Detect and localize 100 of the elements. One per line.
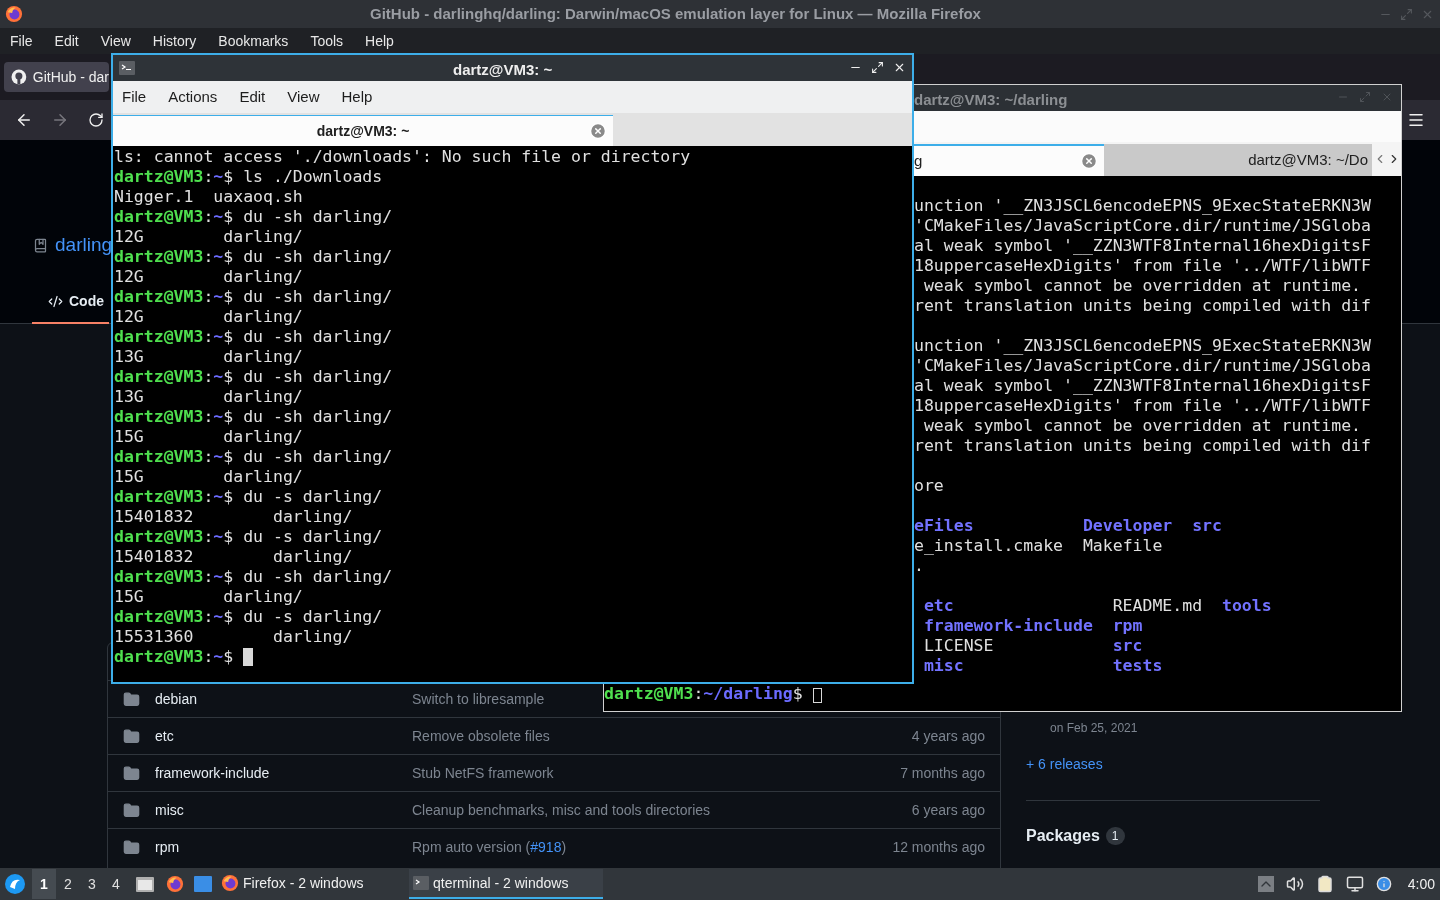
menu-item[interactable]: Tools xyxy=(310,30,344,52)
terminal-text: $ du -sh darling/ xyxy=(223,407,393,427)
file-name[interactable]: debian xyxy=(155,688,198,710)
terminal-text: dartz@VM3 xyxy=(114,647,204,667)
terminal-text: dartz@VM3 xyxy=(114,367,204,387)
terminal-text: ore xyxy=(914,476,944,496)
terminal-text: weak symbol cannot be overridden at runtime. xyxy=(922,276,1362,296)
menu-item[interactable]: Edit xyxy=(239,85,266,109)
terminal-text: 13G darling/ xyxy=(114,387,303,407)
terminal-text: $ du -sh darling/ xyxy=(223,447,393,467)
terminal-text: e_install.cmake xyxy=(914,536,1064,556)
terminal-text: rent translation units being compiled with dif xyxy=(914,296,1371,316)
menu-item[interactable]: View xyxy=(287,85,320,109)
terminal-tab[interactable]: dartz@VM3: ~ xyxy=(113,115,613,146)
menu-item[interactable]: Bookmarks xyxy=(218,30,289,52)
menu-icon[interactable] xyxy=(1407,111,1425,129)
reload-icon[interactable] xyxy=(88,112,104,128)
terminal-text: misc xyxy=(922,656,965,676)
terminal-text: tests xyxy=(1112,656,1163,676)
browser-tab[interactable]: GitHub - dar xyxy=(4,62,109,92)
taskbar-task[interactable]: qterminal - 2 windows xyxy=(409,869,603,899)
release-date: on Feb 25, 2021 xyxy=(1050,720,1138,737)
close-tab-icon[interactable] xyxy=(1080,152,1098,170)
terminal-tab[interactable]: g xyxy=(913,144,1104,176)
terminal-text: $ ls ./Downloads xyxy=(223,167,383,187)
close-tab-icon[interactable] xyxy=(589,122,607,140)
terminal-text: : xyxy=(203,327,214,347)
clipboard-icon[interactable] xyxy=(1315,875,1334,893)
terminal-text: : xyxy=(203,447,214,467)
tray-expand-icon[interactable] xyxy=(1257,876,1274,892)
file-manager-icon[interactable] xyxy=(136,876,154,892)
menu-item[interactable]: File xyxy=(10,30,33,52)
start-menu-icon[interactable] xyxy=(4,873,26,895)
repo-icon xyxy=(33,237,48,253)
terminal-text: $ xyxy=(223,647,235,667)
terminal-text: : xyxy=(203,567,214,587)
issue-link[interactable]: #918 xyxy=(530,838,562,855)
file-name[interactable]: etc xyxy=(155,725,174,747)
menu-item[interactable]: File xyxy=(122,85,147,109)
menu-item[interactable]: Actions xyxy=(168,85,218,109)
menu-item[interactable]: Help xyxy=(341,85,373,109)
taskbar-task[interactable]: Firefox - 2 windows xyxy=(217,869,409,899)
window-title: dartz@VM3: ~ xyxy=(453,60,553,80)
terminal-text: : xyxy=(203,607,214,627)
terminal-text: ~ xyxy=(213,647,224,667)
file-row[interactable]: etc Remove obsolete files 4 years ago xyxy=(108,717,1000,754)
commit-message: Rpm auto version (#918) xyxy=(412,837,567,857)
terminal-text: 13G darling/ xyxy=(114,347,303,367)
terminal-text: dartz@VM3 xyxy=(114,167,204,187)
terminal-text: 12G darling/ xyxy=(114,267,303,287)
file-row[interactable]: rpm Rpm auto version (#918) 12 months ago xyxy=(108,828,1000,865)
display-icon[interactable] xyxy=(1345,875,1364,893)
menu-item[interactable]: Edit xyxy=(54,30,79,52)
close-icon[interactable] xyxy=(893,61,906,74)
folder-icon xyxy=(123,764,140,782)
terminal-text: 15G darling/ xyxy=(114,427,303,447)
terminal-text: weak symbol cannot be overridden at runtime. xyxy=(922,416,1362,436)
packages-heading: Packages xyxy=(1026,826,1100,846)
desktop-switch[interactable]: 4 xyxy=(104,869,128,899)
commit-message: Switch to libresample xyxy=(412,689,545,709)
desktop-switch[interactable]: 3 xyxy=(80,869,104,899)
menu-item[interactable]: Help xyxy=(365,30,394,52)
terminal-text: $ du -s darling/ xyxy=(223,607,383,627)
menu-item[interactable]: History xyxy=(152,30,197,52)
terminal-text: src xyxy=(1112,636,1143,656)
terminal-text: ~ xyxy=(213,167,224,187)
repo-link[interactable]: darling xyxy=(55,231,113,260)
menu-item[interactable]: View xyxy=(100,30,131,52)
terminal-tab[interactable]: dartz@VM3: ~/Do xyxy=(1104,144,1372,176)
terminal-text: $ du -sh darling/ xyxy=(223,567,393,587)
firefox-launcher-icon[interactable] xyxy=(166,875,184,893)
terminal-text: 15531360 darling/ xyxy=(114,627,353,647)
clock[interactable]: 4:00 xyxy=(1407,873,1435,895)
terminal-text: unction '__ZN3JSCL6encodeEPNS_9ExecStateERKN3W xyxy=(914,196,1371,216)
volume-icon[interactable] xyxy=(1285,875,1304,893)
terminal-text: rpm xyxy=(1112,616,1143,636)
file-name[interactable]: rpm xyxy=(155,836,180,858)
terminal-text: README.md xyxy=(1112,596,1204,616)
terminal-text: : xyxy=(203,487,214,507)
forward-icon[interactable] xyxy=(51,111,69,129)
notification-icon[interactable] xyxy=(1375,876,1392,892)
file-name[interactable]: framework-include xyxy=(155,762,270,784)
terminal-text: ~ xyxy=(213,447,224,467)
commit-time: 6 years ago xyxy=(911,800,985,820)
folder-icon xyxy=(123,690,140,708)
file-name[interactable]: misc xyxy=(155,799,184,821)
file-row[interactable]: misc Cleanup benchmarks, misc and tools directories 6 years ago xyxy=(108,791,1000,828)
code-tab[interactable]: Code xyxy=(32,280,109,324)
terminal-text: $ xyxy=(792,684,804,704)
firefox-icon xyxy=(221,874,239,892)
terminal-text: ls: cannot access './downloads': No such file or directory xyxy=(114,147,691,167)
desktop-switch[interactable]: 1 xyxy=(32,869,56,899)
maximize-icon[interactable] xyxy=(871,61,884,74)
folder-icon xyxy=(123,801,140,819)
desktop-switch[interactable]: 2 xyxy=(56,869,80,899)
terminal-text: : xyxy=(203,367,214,387)
terminal-text: $ du -s darling/ xyxy=(223,527,383,547)
releases-link[interactable]: + 6 releases xyxy=(1026,754,1103,775)
file-row[interactable]: framework-include Stub NetFS framework 7 months ago xyxy=(108,754,1000,791)
back-icon[interactable] xyxy=(15,111,33,129)
